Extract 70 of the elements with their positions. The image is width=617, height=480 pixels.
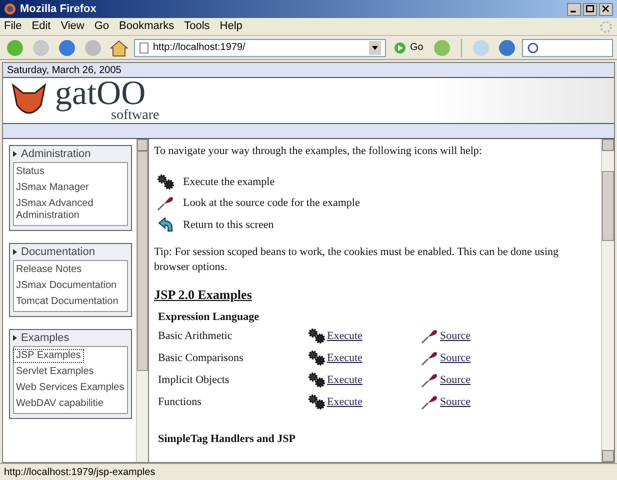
scrollbar[interactable]	[601, 139, 614, 462]
legend-text: Return to this screen	[183, 218, 274, 232]
sidebar-link[interactable]: JSP Examples	[14, 350, 83, 362]
panel-title: Examples	[21, 330, 70, 346]
sidebar-link[interactable]: WebDAV capabilitie	[14, 398, 106, 410]
example-name: Functions	[158, 394, 202, 410]
date-text: Saturday, March 26, 2005	[7, 64, 122, 78]
bullet-icon	[13, 151, 17, 157]
go-button[interactable]: Go	[390, 40, 428, 55]
sidebar-link[interactable]: Release Notes	[14, 264, 84, 276]
execute-link[interactable]: Execute	[327, 350, 362, 366]
execute-link[interactable]: Execute	[327, 328, 362, 344]
logo-tagline: software	[111, 108, 160, 122]
address-field[interactable]: http://localhost:1979/	[134, 38, 386, 56]
source-link[interactable]: Source	[440, 350, 471, 366]
tip-text: Tip: For session scoped beans to work, the cookies must be enabled. This can be done using browser options.	[154, 245, 560, 275]
source-link[interactable]: Source	[440, 328, 471, 344]
scrollbar[interactable]	[136, 139, 148, 462]
sidebar-link[interactable]: JSmax Manager	[14, 182, 91, 194]
screwdriver-icon	[421, 394, 439, 410]
sidebar-link[interactable]: JSmax Documentation	[14, 280, 119, 292]
legend-text: Look at the source code for the example	[183, 196, 360, 211]
source-link[interactable]: Source	[440, 372, 471, 388]
menu-item[interactable]: File	[4, 18, 22, 35]
execute-link[interactable]: Execute	[327, 394, 362, 410]
screwdriver-icon	[421, 350, 439, 366]
panel-title: Documentation	[21, 244, 95, 260]
menu-item[interactable]: Go	[94, 18, 110, 35]
sidebar-link[interactable]: Servlet Examples	[14, 366, 96, 378]
menu-item[interactable]: Tools	[184, 18, 210, 35]
legend-text: Execute the example	[183, 174, 275, 190]
intro-text: To navigate your way through the examples, the following icons will help:	[154, 144, 483, 159]
minimize-icon[interactable]	[567, 2, 581, 16]
gears-icon	[308, 372, 326, 388]
sidebar-link[interactable]: JSmax Advanced Administration	[14, 198, 127, 222]
sidebar-link[interactable]: Status	[14, 166, 46, 178]
panel-title: Administration	[21, 146, 91, 162]
page-icon	[139, 42, 149, 54]
screwdriver-icon	[157, 195, 175, 212]
sidebar-link[interactable]: Web Services Examples	[14, 382, 126, 394]
return-arrow-icon	[157, 216, 175, 233]
bullet-icon	[13, 249, 17, 255]
menu-item[interactable]: Bookmarks	[119, 18, 174, 35]
maximize-icon[interactable]	[583, 2, 597, 16]
window-title: Mozilla Firefox	[20, 2, 96, 17]
close-icon[interactable]	[599, 2, 613, 16]
menu-item[interactable]: Edit	[32, 18, 51, 35]
gears-icon	[308, 328, 326, 344]
example-name: Basic Comparisons	[158, 350, 244, 366]
source-link[interactable]: Source	[440, 394, 471, 410]
menu-item[interactable]: View	[60, 18, 84, 35]
example-name: Implicit Objects	[158, 372, 230, 388]
example-name: Basic Arithmetic	[158, 328, 234, 344]
gears-icon	[308, 394, 326, 410]
browser-logo-icon	[4, 3, 16, 15]
gears-icon	[308, 350, 326, 366]
group-heading: SimpleTag Handlers and JSP	[158, 432, 296, 447]
section-heading: JSP 2.0 Examples	[154, 286, 253, 304]
status-text: http://localhost:1979/jsp-examples	[4, 466, 156, 480]
screwdriver-icon	[421, 372, 439, 388]
home-icon[interactable]	[108, 38, 130, 58]
gears-icon	[157, 174, 175, 190]
bullet-icon	[13, 335, 17, 341]
search-field[interactable]	[522, 38, 613, 56]
screwdriver-icon	[421, 328, 439, 344]
group-heading: Expression Language	[158, 310, 260, 324]
sidebar-link[interactable]: Tomcat Documentation	[14, 296, 120, 308]
throbber-icon	[599, 20, 613, 34]
execute-link[interactable]: Execute	[327, 372, 362, 388]
menu-item[interactable]: Help	[220, 18, 242, 35]
